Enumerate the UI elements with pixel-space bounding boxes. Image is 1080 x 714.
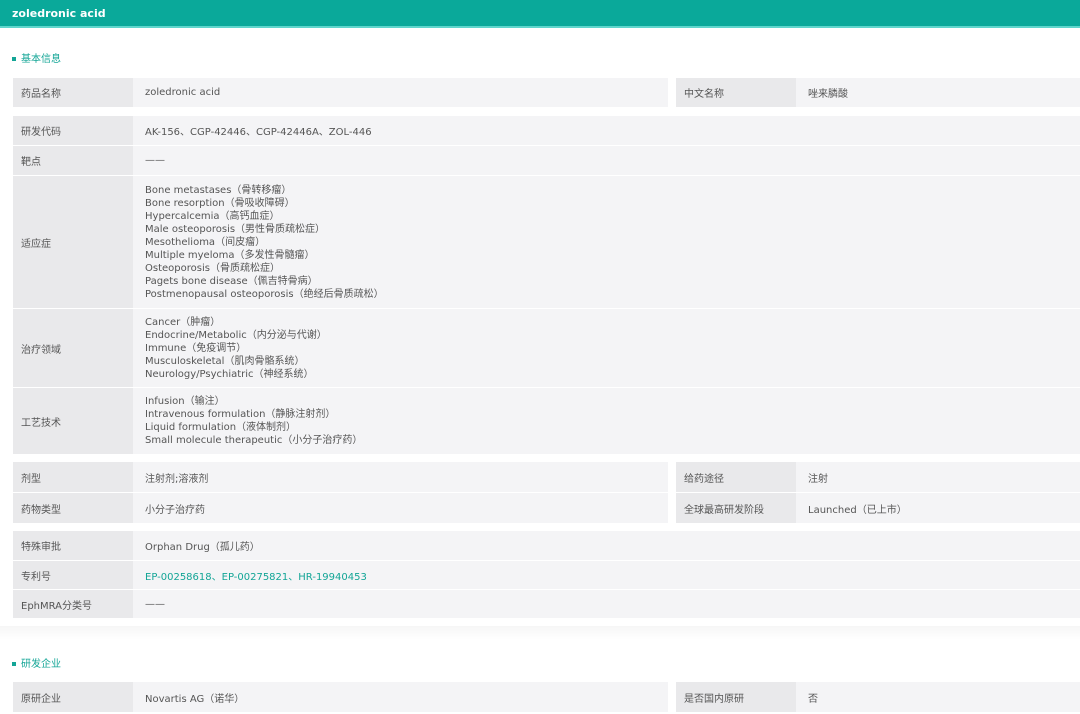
drug-name-label: 药品名称: [13, 78, 133, 107]
section-divider: [0, 626, 1080, 640]
cn-name-label: 中文名称: [676, 78, 796, 107]
approval-label: 特殊审批: [13, 531, 133, 560]
approval-value: Orphan Drug（孤儿药）: [133, 531, 1080, 560]
approval-table: 特殊审批 Orphan Drug（孤儿药） 专利号 EP-00258618、EP…: [13, 531, 1080, 619]
tech-item: Liquid formulation（液体制剂）: [145, 422, 297, 433]
tech-item: Small molecule therapeutic（小分子治疗药）: [145, 435, 363, 446]
type-label: 药物类型: [13, 493, 133, 523]
patent-label: 专利号: [13, 561, 133, 589]
ephmra-value: ——: [133, 590, 1080, 618]
indication-item: Bone metastases（骨转移瘤）: [145, 184, 292, 196]
section-title-basic-info: 基本信息: [12, 50, 61, 65]
area-item: Endocrine/Metabolic（内分泌与代谢）: [145, 329, 327, 341]
target-value: ——: [133, 146, 1080, 175]
section-title-company: 研发企业: [12, 655, 61, 670]
type-value: 小分子治疗药: [133, 493, 668, 523]
ephmra-label: EphMRA分类号: [13, 590, 133, 618]
code-value: AK-156、CGP-42446、CGP-42446A、ZOL-446: [133, 116, 1080, 145]
indication-item: Mesothelioma（间皮瘤）: [145, 236, 266, 248]
orig-company-label: 原研企业: [13, 682, 133, 712]
orig-company-value: Novartis AG（诺华）: [133, 682, 668, 712]
indication-item: Pagets bone disease（佩吉特骨病）: [145, 275, 318, 287]
domestic-label: 是否国内原研: [676, 682, 796, 712]
area-list: Cancer（肿瘤） Endocrine/Metabolic（内分泌与代谢） I…: [133, 309, 1080, 387]
area-item: Neurology/Psychiatric（神经系统）: [145, 368, 314, 380]
tech-item: Infusion（输注）: [145, 396, 225, 407]
area-item: Musculoskeletal（肌肉骨骼系统）: [145, 355, 305, 367]
indication-list: Bone metastases（骨转移瘤） Bone resorption（骨吸…: [133, 176, 1080, 308]
patent-links[interactable]: EP-00258618、EP-00275821、HR-19940453: [133, 561, 1080, 589]
route-value: 注射: [796, 462, 1080, 492]
code-label: 研发代码: [13, 116, 133, 145]
drug-name-value: zoledronic acid: [133, 78, 668, 107]
target-label: 靶点: [13, 146, 133, 175]
company-table: 原研企业 Novartis AG（诺华） 是否国内原研 否: [13, 682, 1080, 713]
basic-info-table: 药品名称 zoledronic acid 中文名称 唑来膦酸: [13, 78, 1080, 108]
area-item: Cancer（肿瘤）: [145, 316, 221, 328]
indication-item: Postmenopausal osteoporosis（绝经后骨质疏松）: [145, 288, 384, 300]
route-label: 给药途径: [676, 462, 796, 492]
detail-table: 研发代码 AK-156、CGP-42446、CGP-42446A、ZOL-446…: [13, 116, 1080, 455]
phase-label: 全球最高研发阶段: [676, 493, 796, 523]
indication-item: Bone resorption（骨吸收障碍）: [145, 197, 295, 209]
form-value: 注射剂;溶液剂: [133, 462, 668, 492]
indication-item: Male osteoporosis（男性骨质疏松症）: [145, 223, 326, 235]
indication-item: Hypercalcemia（高钙血症）: [145, 210, 280, 222]
cn-name-value: 唑来膦酸: [796, 78, 1080, 107]
area-label: 治疗领域: [13, 309, 133, 387]
form-label: 剂型: [13, 462, 133, 492]
indication-label: 适应症: [13, 176, 133, 308]
indication-item: Multiple myeloma（多发性骨髓瘤）: [145, 249, 315, 261]
domestic-value: 否: [796, 682, 1080, 712]
page-title: zoledronic acid: [0, 0, 1080, 28]
form-table: 剂型 注射剂;溶液剂 给药途径 注射 药物类型 小分子治疗药 全球最高研发阶段 …: [13, 462, 1080, 524]
tech-list: Infusion（输注） Intravenous formulation（静脉注…: [133, 388, 1080, 454]
phase-value: Launched（已上市）: [796, 493, 1080, 523]
tech-item: Intravenous formulation（静脉注射剂）: [145, 409, 336, 420]
tech-label: 工艺技术: [13, 388, 133, 454]
indication-item: Osteoporosis（骨质疏松症）: [145, 262, 280, 274]
area-item: Immune（免疫调节）: [145, 342, 247, 354]
